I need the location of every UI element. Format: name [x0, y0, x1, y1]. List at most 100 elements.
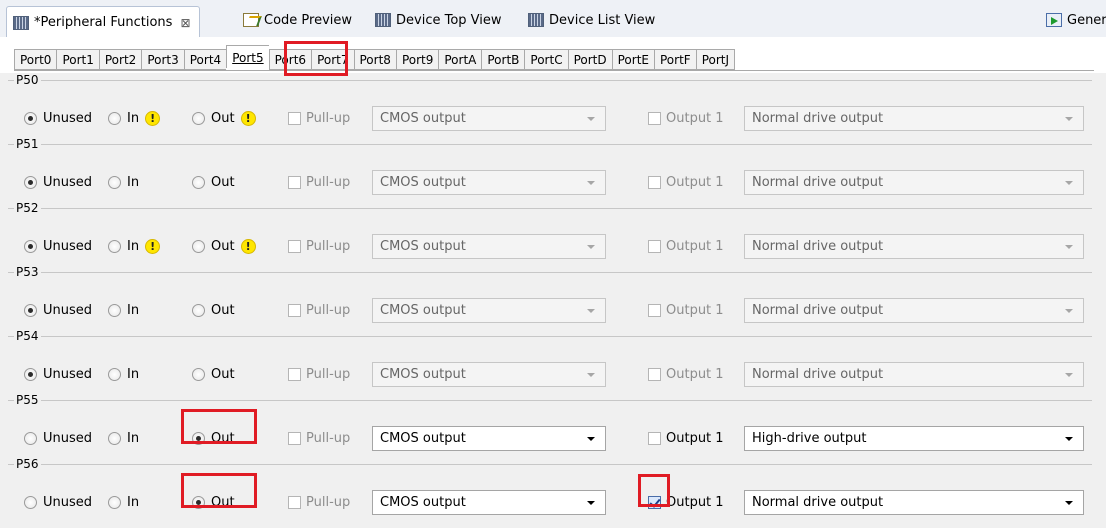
p51-unused-radio[interactable]: Unused: [24, 173, 92, 191]
p51-pullup-checkbox[interactable]: Pull-up: [288, 173, 350, 191]
tab-port0[interactable]: Port0: [14, 49, 57, 70]
tab-port1[interactable]: Port1: [56, 49, 99, 70]
p56-in-radio[interactable]: In: [108, 493, 139, 511]
p52-unused-radio[interactable]: Unused: [24, 237, 92, 255]
tab-porta[interactable]: PortA: [438, 49, 482, 70]
radio-button[interactable]: [108, 239, 121, 253]
checkbox[interactable]: [288, 495, 301, 509]
tab-port9[interactable]: Port9: [395, 49, 439, 70]
radio-button[interactable]: [192, 175, 205, 189]
tab-portc[interactable]: PortC: [524, 49, 568, 70]
tab-device-top-view[interactable]: Device Top View: [375, 7, 502, 33]
tab-port7[interactable]: Port7: [311, 49, 354, 70]
radio-button[interactable]: [192, 431, 205, 445]
tab-code-preview[interactable]: Code Preview: [243, 7, 352, 33]
tab-portd[interactable]: PortD: [567, 49, 612, 70]
p53-drive-select[interactable]: Normal drive output: [744, 298, 1084, 323]
radio-button[interactable]: [108, 367, 121, 381]
tab-portb[interactable]: PortB: [481, 49, 525, 70]
p53-output-type-select[interactable]: CMOS output: [372, 298, 606, 323]
checkbox[interactable]: [288, 367, 301, 381]
p56-output1-checkbox[interactable]: Output 1: [648, 493, 724, 511]
checkbox[interactable]: [648, 303, 661, 317]
p53-out-radio[interactable]: Out: [192, 301, 235, 319]
p50-output-type-select[interactable]: CMOS output: [372, 106, 606, 131]
p55-unused-radio[interactable]: Unused: [24, 429, 92, 447]
tab-port3[interactable]: Port3: [141, 49, 184, 70]
radio-button[interactable]: [24, 367, 37, 381]
p51-output1-checkbox[interactable]: Output 1: [648, 173, 724, 191]
generate-code-button[interactable]: Gener: [1046, 7, 1106, 33]
tab-portj[interactable]: PortJ: [695, 49, 736, 70]
tab-port5[interactable]: Port5: [226, 45, 269, 68]
p55-pullup-checkbox[interactable]: Pull-up: [288, 429, 350, 447]
p53-pullup-checkbox[interactable]: Pull-up: [288, 301, 350, 319]
checkbox[interactable]: [648, 431, 661, 445]
radio-button[interactable]: [24, 239, 37, 253]
p54-pullup-checkbox[interactable]: Pull-up: [288, 365, 350, 383]
p50-drive-select[interactable]: Normal drive output: [744, 106, 1084, 131]
p52-in-radio[interactable]: In!: [108, 237, 161, 255]
p54-out-radio[interactable]: Out: [192, 365, 235, 383]
p52-out-radio[interactable]: Out!: [192, 237, 256, 255]
radio-button[interactable]: [108, 111, 121, 125]
p53-output1-checkbox[interactable]: Output 1: [648, 301, 724, 319]
p55-output-type-select[interactable]: CMOS output: [372, 426, 606, 451]
p52-output-type-select[interactable]: CMOS output: [372, 234, 606, 259]
checkbox[interactable]: [648, 239, 661, 253]
p55-output1-checkbox[interactable]: Output 1: [648, 429, 724, 447]
tab-device-list-view[interactable]: Device List View: [528, 7, 655, 33]
checkbox[interactable]: [288, 175, 301, 189]
radio-button[interactable]: [192, 495, 205, 509]
p51-out-radio[interactable]: Out: [192, 173, 235, 191]
radio-button[interactable]: [24, 495, 37, 509]
p50-in-radio[interactable]: In!: [108, 109, 161, 127]
p50-unused-radio[interactable]: Unused: [24, 109, 92, 127]
p56-drive-select[interactable]: Normal drive output: [744, 490, 1084, 515]
tab-port2[interactable]: Port2: [98, 49, 142, 70]
p56-output-type-select[interactable]: CMOS output: [372, 490, 606, 515]
radio-button[interactable]: [192, 239, 205, 253]
radio-button[interactable]: [192, 367, 205, 381]
p50-out-radio[interactable]: Out!: [192, 109, 256, 127]
p56-unused-radio[interactable]: Unused: [24, 493, 92, 511]
p54-drive-select[interactable]: Normal drive output: [744, 362, 1084, 387]
tab-port4[interactable]: Port4: [183, 49, 227, 70]
p51-in-radio[interactable]: In: [108, 173, 139, 191]
tab-port6[interactable]: Port6: [268, 49, 312, 70]
tab-port8[interactable]: Port8: [353, 49, 396, 70]
radio-button[interactable]: [24, 303, 37, 317]
radio-button[interactable]: [24, 111, 37, 125]
p56-out-radio[interactable]: Out: [192, 493, 235, 511]
p55-out-radio[interactable]: Out: [192, 429, 235, 447]
checkbox[interactable]: [648, 175, 661, 189]
checkbox[interactable]: [648, 111, 661, 125]
radio-button[interactable]: [24, 431, 37, 445]
checkbox[interactable]: [288, 303, 301, 317]
checkbox[interactable]: [288, 431, 301, 445]
p50-pullup-checkbox[interactable]: Pull-up: [288, 109, 350, 127]
p51-drive-select[interactable]: Normal drive output: [744, 170, 1084, 195]
p55-drive-select[interactable]: High-drive output: [744, 426, 1084, 451]
p52-drive-select[interactable]: Normal drive output: [744, 234, 1084, 259]
p53-in-radio[interactable]: In: [108, 301, 139, 319]
checkbox[interactable]: [648, 495, 661, 509]
p54-in-radio[interactable]: In: [108, 365, 139, 383]
p54-output1-checkbox[interactable]: Output 1: [648, 365, 724, 383]
p56-pullup-checkbox[interactable]: Pull-up: [288, 493, 350, 511]
radio-button[interactable]: [108, 431, 121, 445]
radio-button[interactable]: [192, 303, 205, 317]
tab-peripheral-functions[interactable]: *Peripheral Functions ⊠: [6, 6, 200, 38]
p54-unused-radio[interactable]: Unused: [24, 365, 92, 383]
tab-portf[interactable]: PortF: [653, 49, 696, 70]
checkbox[interactable]: [648, 367, 661, 381]
p51-output-type-select[interactable]: CMOS output: [372, 170, 606, 195]
p50-output1-checkbox[interactable]: Output 1: [648, 109, 724, 127]
checkbox[interactable]: [288, 111, 301, 125]
p52-pullup-checkbox[interactable]: Pull-up: [288, 237, 350, 255]
radio-button[interactable]: [24, 175, 37, 189]
radio-button[interactable]: [192, 111, 205, 125]
close-icon[interactable]: ⊠: [180, 16, 190, 30]
p52-output1-checkbox[interactable]: Output 1: [648, 237, 724, 255]
tab-porte[interactable]: PortE: [611, 49, 654, 70]
